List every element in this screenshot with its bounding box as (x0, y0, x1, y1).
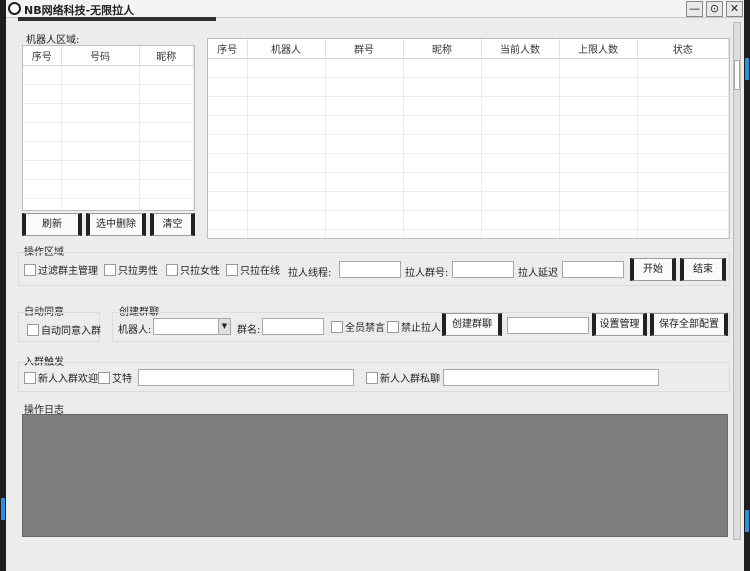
group-col-current[interactable]: 当前人数 (481, 39, 560, 59)
table-row (208, 210, 729, 230)
group-col-limit[interactable]: 上限人数 (559, 39, 638, 59)
window-title: NB网络科技-无限拉人 (24, 4, 135, 17)
group-col-robot[interactable]: 机器人 (247, 39, 326, 59)
table-row (23, 122, 194, 142)
operation-log[interactable] (22, 414, 728, 537)
window-scrollbar[interactable] (733, 22, 741, 540)
table-row (23, 65, 194, 85)
right-edge-marker-top (745, 58, 749, 80)
at-mention-checkbox[interactable]: 艾特 (98, 372, 132, 385)
table-row (23, 103, 194, 123)
group-table[interactable]: 序号 机器人 群号 昵称 当前人数 上限人数 状态 (207, 38, 730, 239)
restore-button[interactable]: ⊙ (706, 1, 723, 17)
robot-col-nickname[interactable]: 昵称 (139, 46, 194, 66)
clear-button[interactable]: 清空 (150, 213, 195, 236)
delay-label: 拉人延迟 (518, 268, 558, 279)
mute-all-checkbox[interactable]: 全员禁言 (331, 321, 385, 334)
table-row (208, 115, 729, 135)
app-logo-icon (8, 2, 21, 15)
refresh-button[interactable]: 刷新 (22, 213, 82, 236)
group-name-label: 群名: (237, 325, 261, 336)
minimize-button[interactable]: — (686, 1, 703, 17)
filter-owner-checkbox[interactable]: 过滤群主管理 (24, 264, 98, 277)
robot-col-index[interactable]: 序号 (23, 46, 62, 66)
female-only-checkbox[interactable]: 只拉女性 (166, 264, 220, 277)
create-group-button[interactable]: 创建群聊 (442, 313, 502, 336)
no-invite-checkbox[interactable]: 禁止拉人 (387, 321, 441, 334)
auto-agree-checkbox[interactable]: 自动同意入群 (27, 324, 101, 337)
group-col-nickname[interactable]: 昵称 (403, 39, 482, 59)
table-row (208, 191, 729, 211)
online-only-checkbox[interactable]: 只拉在线 (226, 264, 280, 277)
table-row (23, 198, 194, 210)
target-group-label: 拉人群号: (405, 268, 449, 279)
welcome-checkbox[interactable]: 新人入群欢迎 (24, 372, 98, 385)
save-all-button[interactable]: 保存全部配置 (650, 313, 728, 336)
table-row (23, 84, 194, 104)
table-row (208, 229, 729, 238)
delete-selected-button[interactable]: 选中删除 (86, 213, 146, 236)
threads-label: 拉人线程: (288, 268, 332, 279)
male-only-checkbox[interactable]: 只拉男性 (104, 264, 158, 277)
private-message-checkbox[interactable]: 新人入群私聊 (366, 372, 440, 385)
threads-input[interactable] (339, 261, 401, 278)
created-group-output[interactable] (507, 317, 589, 334)
chevron-down-icon[interactable]: ▼ (218, 319, 230, 334)
table-row (208, 77, 729, 97)
stop-button[interactable]: 结束 (680, 258, 726, 281)
table-row (23, 160, 194, 180)
left-edge-marker (1, 498, 5, 520)
robot-select[interactable]: ▼ (153, 318, 231, 335)
table-row (208, 96, 729, 116)
table-row (208, 134, 729, 154)
table-row (208, 153, 729, 173)
welcome-message-input[interactable] (138, 369, 354, 386)
scrollbar-thumb[interactable] (734, 60, 740, 90)
robot-area-label: 机器人区域: (26, 35, 80, 46)
robot-select-label: 机器人: (118, 325, 152, 336)
group-col-status[interactable]: 状态 (637, 39, 729, 59)
table-row (208, 58, 729, 78)
robot-list[interactable]: 序号 号码 昵称 (22, 45, 195, 211)
group-col-group-no[interactable]: 群号 (325, 39, 404, 59)
settings-button[interactable]: 设置管理 (592, 313, 647, 336)
status-bar-strip (18, 17, 216, 21)
close-button[interactable]: ✕ (726, 1, 743, 17)
table-row (23, 179, 194, 199)
right-edge (744, 0, 750, 571)
start-button[interactable]: 开始 (630, 258, 676, 281)
group-name-input[interactable] (262, 318, 324, 335)
private-message-input[interactable] (443, 369, 659, 386)
delay-input[interactable] (562, 261, 624, 278)
robot-col-number[interactable]: 号码 (61, 46, 140, 66)
right-edge-marker-bottom (745, 510, 749, 532)
target-group-input[interactable] (452, 261, 514, 278)
group-col-index[interactable]: 序号 (208, 39, 248, 59)
table-row (23, 141, 194, 161)
table-row (208, 172, 729, 192)
